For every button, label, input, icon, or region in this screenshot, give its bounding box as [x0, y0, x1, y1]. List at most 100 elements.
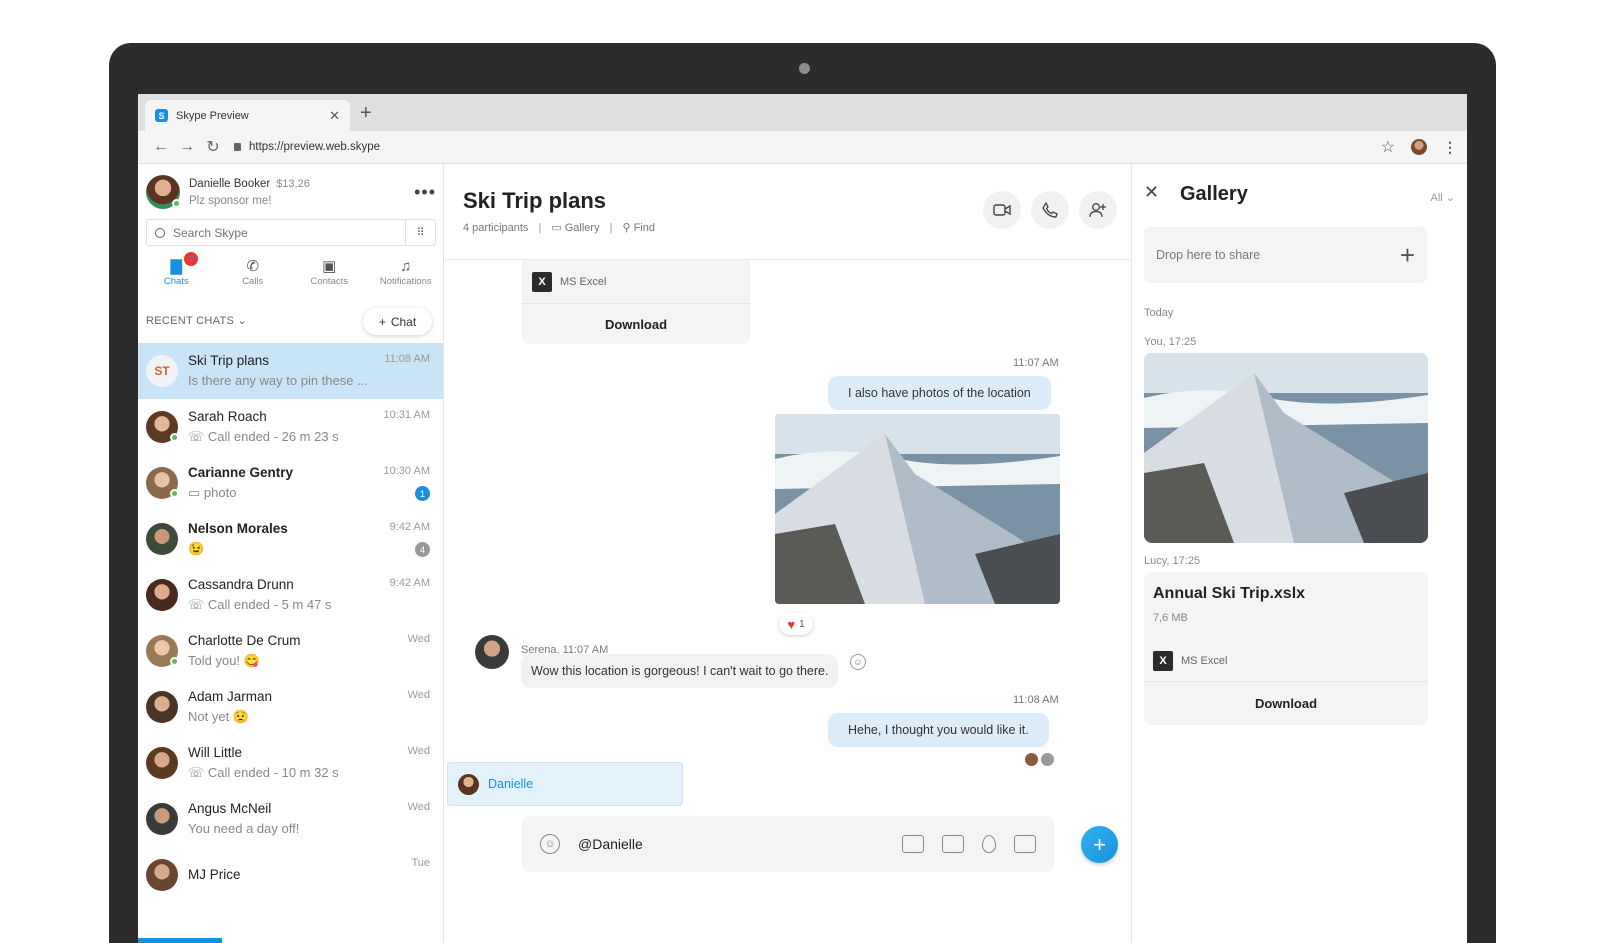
avatar [146, 523, 178, 555]
browser-tab[interactable]: S Skype Preview ✕ [145, 100, 350, 131]
read-receipts [1025, 753, 1054, 766]
new-chat-button[interactable]: + Chat [363, 308, 432, 335]
more-options-icon[interactable]: ••• [414, 182, 436, 203]
message-bubble-outgoing[interactable]: I also have photos of the location [828, 376, 1051, 410]
forward-icon[interactable]: → [174, 138, 200, 156]
bookmark-star-icon[interactable]: ☆ [1381, 137, 1395, 157]
list-item[interactable]: Nelson Morales 😉 9:42 AM 4 [138, 511, 443, 567]
url-field[interactable]: https://preview.web.skype [234, 141, 380, 153]
message-bubble-outgoing[interactable]: Hehe, I thought you would like it. [828, 713, 1049, 747]
webcam [799, 63, 810, 74]
message-bubble-incoming[interactable]: Wow this location is gorgeous! I can't w… [521, 654, 839, 688]
tab-calls[interactable]: ✆ Calls [215, 256, 292, 296]
drop-zone[interactable]: Drop here to share + [1144, 227, 1427, 283]
add-participant-button[interactable] [1079, 191, 1117, 229]
chat-name: Nelson Morales [188, 521, 288, 536]
list-item[interactable]: Cassandra Drunn ☏ Call ended - 5 m 47 s 9… [138, 567, 443, 623]
video-call-button[interactable] [983, 191, 1021, 229]
avatar[interactable] [475, 635, 509, 669]
browser-profile-avatar[interactable] [1411, 139, 1427, 155]
list-item[interactable]: Angus McNeil You need a day off! Wed [138, 791, 443, 847]
reload-icon[interactable]: ↻ [200, 137, 226, 157]
chat-name: Cassandra Drunn [188, 577, 294, 592]
audio-call-button[interactable] [1031, 191, 1069, 229]
list-item[interactable]: Sarah Roach ☏ Call ended - 26 m 23 s 10:3… [138, 399, 443, 455]
tab-calls-label: Calls [242, 276, 264, 287]
close-tab-icon[interactable]: ✕ [329, 108, 340, 124]
gallery-photo[interactable] [1144, 353, 1428, 543]
reaction-count: 1 [799, 618, 805, 630]
new-tab-icon[interactable]: + [360, 102, 372, 125]
excel-icon: X [1153, 651, 1173, 671]
chat-name: Ski Trip plans [188, 353, 270, 368]
reaction-badge[interactable]: ♥ 1 [779, 613, 813, 635]
close-icon[interactable]: ✕ [1144, 182, 1159, 203]
profile-header[interactable]: Danielle Booker $13,26 Plz sponsor me! ••… [146, 170, 436, 214]
tab-contacts-label: Contacts [310, 276, 349, 287]
gallery-title: Gallery [1180, 183, 1248, 205]
avatar [146, 411, 179, 443]
chat-list: ST Ski Trip plans Is there any way to pin… [138, 343, 443, 903]
location-pin-icon[interactable] [982, 835, 996, 853]
loading-bar [138, 938, 222, 943]
avatar [146, 579, 178, 611]
search-input[interactable] [173, 225, 383, 240]
chat-time: 10:30 AM [383, 465, 430, 477]
list-item[interactable]: Charlotte De Crum Told you! 😋 Wed [138, 623, 443, 679]
presence-online-icon [170, 433, 179, 442]
back-icon[interactable]: ← [148, 138, 174, 156]
emoji-icon[interactable]: ☺ [540, 834, 560, 854]
chat-name: Carianne Gentry [188, 465, 294, 480]
list-item[interactable]: Adam Jarman Not yet 😟 Wed [138, 679, 443, 735]
gallery-link[interactable]: ▭ Gallery [551, 221, 599, 234]
photo-meta: You, 17:25 [1144, 336, 1197, 348]
chevron-down-icon: ⌄ [237, 315, 248, 327]
avatar: ST [146, 355, 178, 387]
chat-time: Wed [407, 801, 430, 813]
phone-icon [1042, 202, 1058, 218]
sidebar: Danielle Booker $13,26 Plz sponsor me! ••… [138, 164, 444, 943]
message-input[interactable] [578, 836, 868, 852]
call-ended-icon: ☏ [188, 429, 208, 444]
chat-time: 9:42 AM [389, 521, 430, 533]
browser-menu-icon[interactable]: ⋮ [1443, 139, 1457, 156]
plus-icon[interactable]: + [1400, 240, 1415, 271]
recent-chats-dropdown[interactable]: RECENT CHATS ⌄ [146, 314, 247, 327]
avatar[interactable] [146, 175, 181, 209]
search-box[interactable]: ⠿ [146, 219, 436, 246]
tab-chats-label: Chats [163, 276, 189, 287]
bell-icon: ♫ [400, 257, 412, 275]
add-reaction-icon[interactable]: ☺ [850, 654, 866, 670]
recent-chats-label: RECENT CHATS [146, 315, 235, 327]
video-message-icon[interactable] [1014, 835, 1036, 853]
list-item[interactable]: MJ Price Tue [138, 847, 443, 903]
media-icon[interactable] [902, 835, 924, 853]
list-item[interactable]: Carianne Gentry ▭ photo 10:30 AM 1 [138, 455, 443, 511]
more-actions-button[interactable]: + [1081, 826, 1118, 863]
photo-icon: ▭ [188, 485, 204, 500]
mountain-image [775, 414, 1060, 604]
chat-time: Wed [407, 745, 430, 757]
tab-chats[interactable]: ▇ 2 Chats [138, 252, 215, 296]
chat-preview: Is there any way to pin these ... [188, 373, 368, 388]
download-button[interactable]: Download [1144, 681, 1428, 725]
file-attachment: X MS Excel Download [522, 260, 750, 344]
tab-notifications[interactable]: ♫ Notifications [368, 256, 444, 296]
dialpad-icon[interactable]: ⠿ [405, 220, 435, 245]
tab-contacts[interactable]: ▣ Contacts [291, 256, 368, 296]
mention-suggestion[interactable]: Danielle [447, 762, 683, 806]
shared-photo[interactable] [775, 414, 1060, 604]
lock-icon [234, 143, 241, 151]
participants-link[interactable]: 4 participants [463, 222, 528, 234]
list-item[interactable]: Will Little ☏ Call ended - 10 m 32 s Wed [138, 735, 443, 791]
download-button[interactable]: Download [522, 303, 750, 344]
conversation-pane: Ski Trip plans 4 participants | ▭ Galler… [445, 164, 1131, 943]
list-item[interactable]: ST Ski Trip plans Is there any way to pin… [138, 343, 443, 399]
conversation-header: Ski Trip plans 4 participants | ▭ Galler… [445, 164, 1131, 260]
money-icon[interactable] [942, 835, 964, 853]
mountain-image [1144, 353, 1428, 543]
gallery-panel: ✕ Gallery All ⌄ Drop here to share + Tod… [1131, 164, 1467, 943]
call-ended-icon: ☏ [188, 765, 208, 780]
gallery-filter-dropdown[interactable]: All ⌄ [1430, 191, 1455, 204]
find-link[interactable]: ⚲ Find [622, 221, 655, 234]
